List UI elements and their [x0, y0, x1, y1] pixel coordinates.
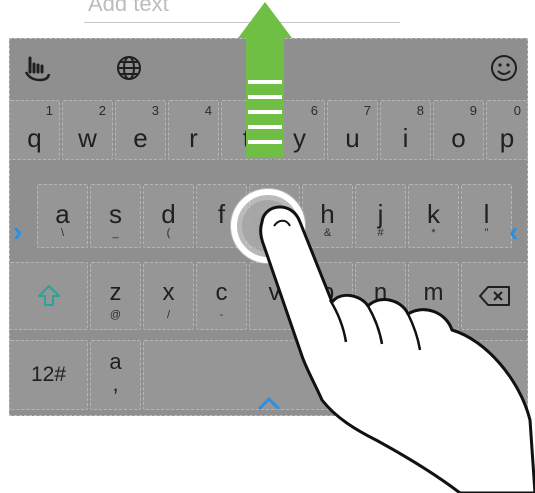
key-v[interactable]: v: [249, 262, 300, 330]
key-c[interactable]: c-: [196, 262, 247, 330]
key-m[interactable]: m: [408, 262, 459, 330]
key-s[interactable]: s _: [90, 184, 141, 248]
emoji-icon[interactable]: [488, 52, 520, 84]
chevron-right-icon[interactable]: ›: [13, 216, 22, 248]
keyboard-toolbar: [9, 38, 528, 98]
chevron-left-icon[interactable]: ‹: [509, 216, 518, 248]
backspace-icon: [479, 286, 510, 306]
globe-icon[interactable]: [113, 52, 145, 84]
key-a[interactable]: a \: [37, 184, 88, 248]
keyboard: 1q 2w 3e 4r 5t 6y 7u 8i 9o 0p a \ s _ d( f…: [9, 38, 528, 416]
key-n[interactable]: n: [355, 262, 406, 330]
key-z[interactable]: z @: [90, 262, 141, 330]
text-input-underline: [84, 22, 400, 23]
key-u[interactable]: 7u: [327, 100, 378, 160]
key-y[interactable]: 6y: [274, 100, 325, 160]
key-d[interactable]: d(: [143, 184, 194, 248]
shift-icon: [38, 285, 60, 306]
key-t[interactable]: 5t: [221, 100, 272, 160]
suggestion-key[interactable]: a ,: [90, 340, 141, 410]
key-w[interactable]: 2w: [62, 100, 113, 160]
key-p[interactable]: 0p: [486, 100, 528, 160]
key-e[interactable]: 3e: [115, 100, 166, 160]
key-b[interactable]: b: [302, 262, 353, 330]
key-l[interactable]: l ": [461, 184, 512, 248]
text-input-area[interactable]: Add text: [0, 0, 535, 38]
key-f[interactable]: f: [196, 184, 247, 248]
backspace-key[interactable]: [461, 262, 528, 330]
key-h[interactable]: h &: [302, 184, 353, 248]
key-o[interactable]: 9o: [433, 100, 484, 160]
key-q[interactable]: 1q: [9, 100, 60, 160]
key-i[interactable]: 8i: [380, 100, 431, 160]
key-r[interactable]: 4r: [168, 100, 219, 160]
space-key[interactable]: [143, 340, 528, 410]
key-g[interactable]: g: [249, 184, 300, 248]
key-x[interactable]: x /: [143, 262, 194, 330]
mode-switch-key[interactable]: 12#: [9, 340, 88, 410]
key-k[interactable]: k *: [408, 184, 459, 248]
chevron-up-icon[interactable]: [257, 396, 281, 410]
key-j[interactable]: j #: [355, 184, 406, 248]
text-input-placeholder: Add text: [88, 0, 169, 16]
shift-key[interactable]: [9, 262, 88, 330]
swipe-gesture-icon[interactable]: [21, 52, 53, 84]
